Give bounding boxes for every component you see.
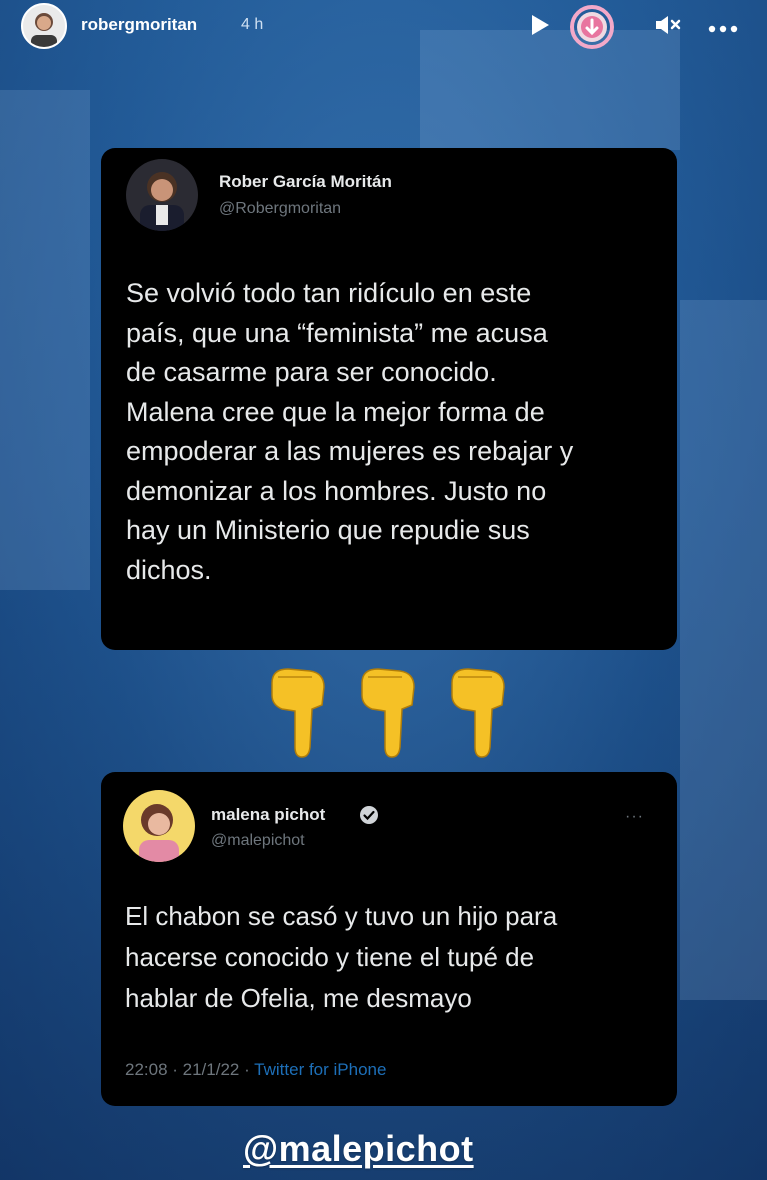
tweet-text-line: de casarme para ser conocido. [126,357,497,387]
tweet-card-malena[interactable]: malena pichot @malepichot ··· El chabon … [101,772,677,1106]
tweet-text-line: Malena cree que la mejor forma de [126,396,545,427]
tweet-text-line: El chabon se casó y tuvo un hijo para [125,901,558,931]
tweet-text-line: hay un Ministerio que repudie sus [126,515,530,545]
verified-badge-icon [359,805,379,830]
tweet-meta: 22:08 · 21/1/22 · Twitter for iPhone [125,1060,386,1080]
more-icon[interactable] [708,20,738,38]
tweet-text: El chabon se casó y tuvo un hijo para ha… [125,896,665,1019]
tweet-avatar-rober[interactable] [126,159,198,231]
background-building-left [0,90,90,590]
tweet-card-rober[interactable]: Rober García Moritán @Robergmoritan Se v… [101,148,677,650]
story-username[interactable]: robergmoritan [81,15,197,35]
pointing-down-icon [271,668,505,758]
tweet-author-name: Rober García Moritán [219,172,392,191]
tweet-text-line: demonizar a los hombres. Justo no [126,475,547,506]
tweet-text-line: dichos. [126,554,212,585]
tweet-text-line: Se volvió todo tan ridículo en este [126,278,532,308]
mention-sticker[interactable]: @malepichot [243,1128,474,1170]
tweet-avatar-malena[interactable] [123,790,195,862]
mute-icon[interactable] [654,14,682,41]
download-icon[interactable] [568,5,616,54]
tweet-text-line: hacerse conocido y tiene el tupé de [125,942,535,972]
tweet-source-link[interactable]: Twitter for iPhone [254,1060,386,1079]
tweet-text-line: empoderar a las mujeres es rebajar y [126,436,574,466]
tweet-author-handle: @malepichot [211,832,305,849]
story-header: robergmoritan 4 h [0,0,767,56]
background-building-right [680,300,767,1000]
tweet-author-name: malena pichot [211,805,326,824]
tweet-timestamp: 22:08 · 21/1/22 · [125,1060,255,1079]
story-avatar[interactable] [21,3,67,49]
tweet-text-line: país, que una “feminista” me acusa [126,317,548,348]
tweet-text-line: hablar de Ofelia, me desmayo [125,983,472,1013]
tweet-more-icon[interactable]: ··· [625,808,644,826]
play-icon[interactable] [530,14,550,41]
tweet-text: Se volvió todo tan ridículo en este país… [126,274,671,590]
tweet-author-handle: @Robergmoritan [219,200,342,217]
pointing-down-emoji-row [266,665,506,760]
story-time: 4 h [241,16,264,33]
